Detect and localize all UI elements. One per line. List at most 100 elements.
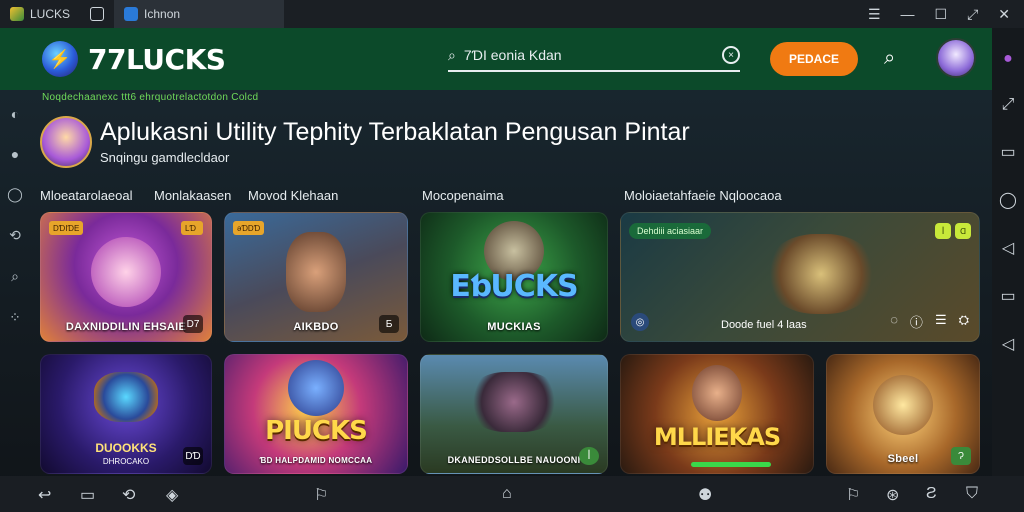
card-art [873,374,933,435]
news-ticker: Noqdechaanexc ttt6 ehrquotrelactotdon Co… [42,92,259,103]
page-subtitle: Snqingu gamdlecldaor [100,150,230,165]
site-header: ⚡ 77LUCKS ⌕ 7ƊI eonia Kdan × PEDACE ⌕ [0,28,992,90]
rail-icon[interactable]: ◐ [11,106,19,122]
category-label[interactable]: Mocopenaima [422,188,504,203]
nav-icon[interactable]: ▭ [80,485,95,505]
card-left-icon[interactable]: ◎ [631,313,649,331]
search-input[interactable]: 7ƊI eonia Kdan [464,47,562,63]
card-corner-badge: Ƃ [379,315,399,333]
app-icon [10,7,24,21]
nav-icon[interactable]: ⛉ [966,485,978,503]
rail-icon[interactable]: ⟲ [9,227,21,244]
game-card[interactable]: EƅUCKS MUCKIAS [420,212,608,342]
category-label[interactable]: Movod Klehaan [248,188,338,203]
back-icon[interactable]: ↩ [38,485,51,505]
card-badge: DƊIƊE [49,221,84,235]
nav-icon[interactable]: ⊛ [886,485,899,505]
nav-icon[interactable]: ⚐ [846,485,860,505]
card-badge: ǝƊDƊ [233,221,265,235]
game-card[interactable]: DUOOKKS DHROCAKO DƊ [40,354,212,474]
restore-icon[interactable]: ⤢ [967,6,978,23]
nav-icon[interactable]: ⚐ [314,485,328,505]
nav-icon[interactable]: ◈ [166,485,178,505]
window-titlebar: LUCKS Ichnon ☰ — ☐ ⤢ ✕ [0,0,1024,28]
tab-label: LUCKS [30,7,71,21]
grid-icon [90,7,105,21]
card-corner-badge: Ɂ [951,447,971,465]
bottom-nav: ↩ ▭ ⟲ ◈ ⚐ ⌂ ⚉ ⚐ ⊛ Ƨ ⛉ [0,476,1024,512]
rail-icon[interactable]: ● [1003,50,1013,68]
nav-icon[interactable]: ⟲ [122,485,135,505]
left-rail: ◐ ● ◯ ⟲ ⌕ ⁘ [0,90,30,476]
home-icon[interactable]: ⌂ [502,485,512,503]
card-art [469,372,559,433]
cta-button[interactable]: PEDACE [770,42,858,76]
game-card[interactable]: Sbeel Ɂ [826,354,980,474]
rail-icon[interactable]: ● [11,146,19,162]
rail-icon[interactable]: ⤢ [1002,96,1015,114]
game-card[interactable]: DKANEDDSOLLBE NAUOONI ꟾ [420,354,608,474]
tab-blank[interactable] [80,0,114,28]
card-title: ƁD HALPDAMID NOMCCAA [259,456,373,465]
game-card[interactable]: MLLIEKAS [620,354,814,474]
search-icon: ⌕ [448,46,456,63]
card-art [766,234,877,315]
card-corner-badge: ꟾ [579,447,599,465]
card-art [286,231,346,312]
card-pill[interactable]: Ɑ [955,223,971,239]
card-art [94,372,158,423]
brand-name[interactable]: 77LUCKS [88,43,226,76]
tab-label: Ichnon [144,7,181,21]
tab-ichnon[interactable]: Ichnon [114,0,285,28]
menu-icon[interactable]: ☰ [935,312,947,331]
brand-logo-icon[interactable]: ⚡ [42,41,78,77]
category-label[interactable]: Monlakaasen [154,188,231,203]
card-pill[interactable]: ꟾ [935,223,951,239]
clear-icon[interactable]: × [722,46,740,64]
featured-card[interactable]: Dehdiii aciasiaar ꟾ Ɑ ◎ Doode fuel 4 laa… [620,212,980,342]
settings-icon[interactable]: ⛭ [959,312,969,331]
category-label[interactable]: Moloiaetahfaeie Nqloocaoa [624,188,782,203]
category-label[interactable]: Mloeatarolaeoal [40,188,133,203]
card-badge: LƊ [181,221,203,235]
card-corner-badge: DƊ [183,447,203,465]
user-avatar[interactable] [936,38,976,78]
card-logo-text: EƅUCKS [450,269,578,305]
rail-icon[interactable]: ◯ [7,186,23,203]
header-search-icon[interactable]: ⌕ [884,47,895,70]
rail-icon[interactable]: ◁ [1002,334,1014,354]
card-pills: ꟾ Ɑ [935,223,971,239]
card-progress-bar [691,462,771,467]
card-art [288,360,344,417]
nav-icon[interactable]: ⚉ [698,485,712,505]
card-action-icon[interactable]: ◌ [890,312,898,331]
game-card[interactable]: PIUCKS ƁD HALPDAMID NOMCCAA [224,354,408,474]
game-card[interactable]: DƊIƊE LƊ DAXNIDDILIN EHSAIE D7 [40,212,212,342]
rail-icon[interactable]: ◁ [1002,238,1014,258]
tab-lucks[interactable]: LUCKS [0,0,80,28]
rail-icon[interactable]: ⁘ [9,309,21,326]
browser-icon [124,7,139,21]
rail-icon[interactable]: ◯ [999,190,1017,210]
rail-icon[interactable]: ⌕ [11,268,19,285]
maximize-icon[interactable]: ☐ [935,6,948,23]
rail-icon[interactable]: ▭ [1000,286,1015,306]
menu-icon[interactable]: ☰ [868,6,881,23]
nav-icon[interactable]: Ƨ [926,485,937,503]
card-caption: Doode fuel 4 laas [721,319,807,331]
card-header-pill: Dehdiii aciasiaar [629,223,712,239]
card-logo-text: PIUCKS [265,416,368,447]
close-icon[interactable]: ✕ [998,6,1010,23]
game-card[interactable]: ǝƊDƊ AIKBDO Ƃ [224,212,408,342]
info-icon[interactable]: ⓘ [910,312,923,331]
card-actions: ◌ ⓘ ☰ ⛭ [890,312,969,331]
card-art [91,236,161,307]
right-rail: ● ⤢ ▭ ◯ ◁ ▭ ◁ [992,28,1024,476]
search-bar[interactable]: ⌕ 7ƊI eonia Kdan × [448,40,740,72]
app-window: LUCKS Ichnon ☰ — ☐ ⤢ ✕ ⚡ 77LUCKS ⌕ 7ƊI e… [0,0,1024,512]
card-corner-badge: D7 [183,315,203,333]
minimize-icon[interactable]: — [901,6,915,23]
window-controls: ☰ — ☐ ⤢ ✕ [868,6,1024,23]
page-title: Aplukasni Utility Tephity Terbaklatan Pe… [100,118,690,146]
rail-icon[interactable]: ▭ [1000,142,1015,162]
